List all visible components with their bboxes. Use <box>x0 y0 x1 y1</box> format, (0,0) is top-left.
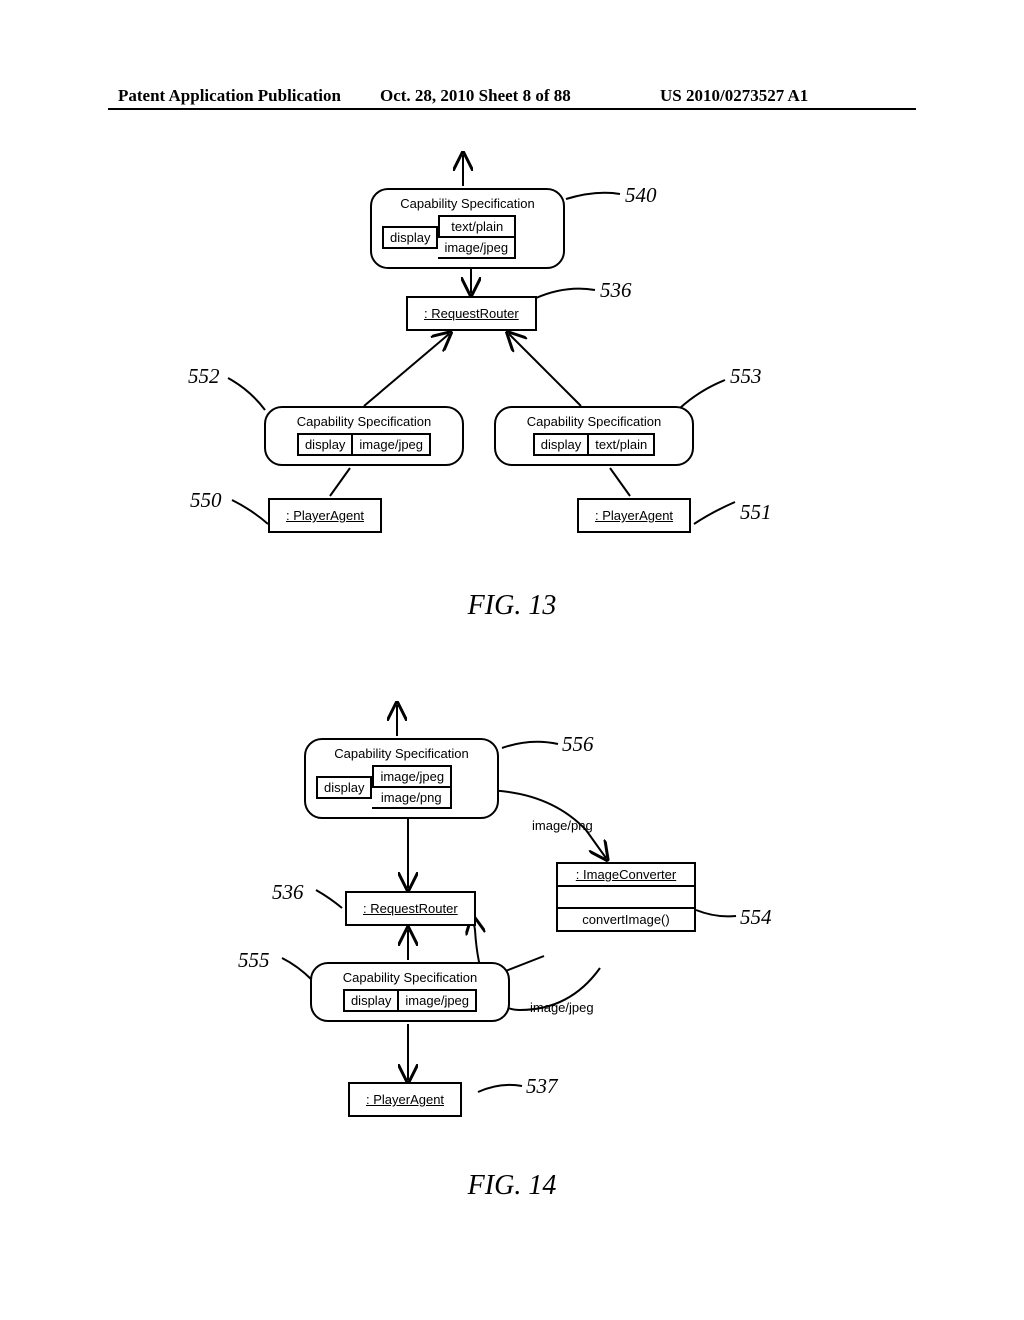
cap-val: image/jpeg <box>399 989 477 1012</box>
image-converter-554: : ImageConverter convertImage() <box>556 862 696 932</box>
cap-val: image/png <box>372 788 452 809</box>
player-agent-537: : PlayerAgent <box>348 1082 462 1117</box>
request-router-536-b: : RequestRouter <box>345 891 476 926</box>
imgconv-label: : ImageConverter <box>576 867 676 882</box>
imgconv-method: convertImage() <box>558 907 694 930</box>
label-image-jpeg: image/jpeg <box>530 1000 594 1015</box>
cap-spec-title: Capability Specification <box>322 970 498 985</box>
ref-537: 537 <box>526 1074 558 1099</box>
ref-556: 556 <box>562 732 594 757</box>
cap-spec-556: Capability Specification display image/j… <box>304 738 499 819</box>
cap-spec-title: Capability Specification <box>316 746 487 761</box>
fig14-title: FIG. 14 <box>0 1170 1024 1202</box>
cap-val: image/jpeg <box>372 765 452 788</box>
ref-554: 554 <box>740 905 772 930</box>
fig14-arrows <box>0 0 1024 1320</box>
imgconv-attrs <box>558 885 694 907</box>
ref-536-b: 536 <box>272 880 304 905</box>
ref-555: 555 <box>238 948 270 973</box>
router-label: : RequestRouter <box>363 901 458 916</box>
cap-key: display <box>316 776 372 799</box>
label-image-png: image/png <box>532 818 593 833</box>
cap-spec-555: Capability Specification display image/j… <box>310 962 510 1022</box>
agent-label: : PlayerAgent <box>366 1092 444 1107</box>
cap-key: display <box>343 989 399 1012</box>
